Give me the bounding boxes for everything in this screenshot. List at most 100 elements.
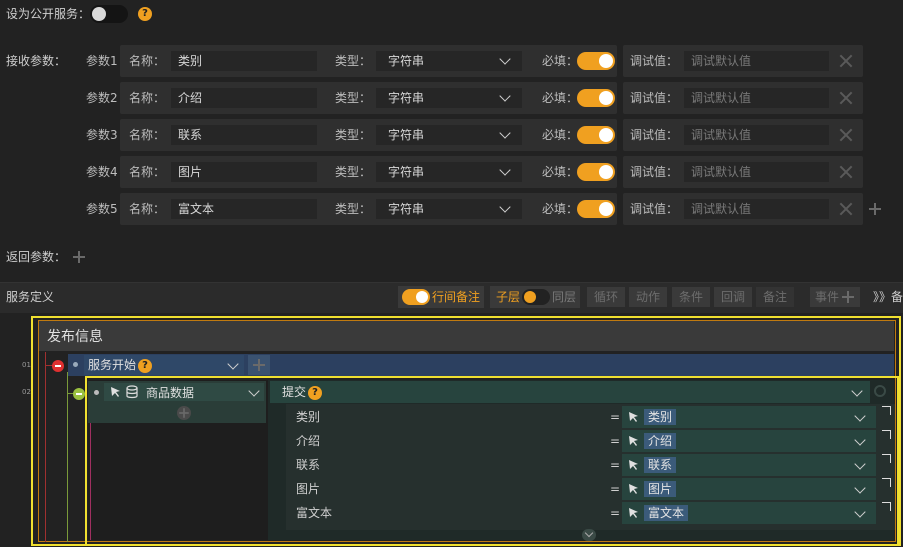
loop-button[interactable]: 循环 <box>587 287 625 307</box>
add-event-icon[interactable] <box>842 291 854 303</box>
drag-dot-icon[interactable] <box>73 362 78 367</box>
param-type-select[interactable]: 字符串 <box>376 51 522 71</box>
param-type-label: 类型： <box>335 165 372 179</box>
close-icon[interactable] <box>839 165 853 179</box>
mapping-value-select[interactable]: 联系 <box>622 454 876 476</box>
debug-value-input[interactable]: 调试默认值 <box>684 88 829 108</box>
debug-value-input[interactable]: 调试默认值 <box>684 51 829 71</box>
debug-row: 调试值： 调试默认值 <box>623 193 863 225</box>
pointer-icon <box>629 484 638 494</box>
collapse-data-icon[interactable] <box>73 388 85 400</box>
condition-button[interactable]: 条件 <box>672 287 710 307</box>
callback-button[interactable]: 回调 <box>714 287 752 307</box>
add-param-icon[interactable] <box>869 203 881 215</box>
param-type-select[interactable]: 字符串 <box>376 125 522 145</box>
param-type-select[interactable]: 字符串 <box>376 162 522 182</box>
help-icon[interactable]: ? <box>308 386 322 400</box>
close-icon[interactable] <box>839 54 853 68</box>
mapping-value-select[interactable]: 富文本 <box>622 502 876 524</box>
close-icon[interactable] <box>839 128 853 142</box>
inline-note-toggle[interactable] <box>402 289 430 305</box>
debug-value-input[interactable]: 调试默认值 <box>684 125 829 145</box>
param-label: 参数2 <box>86 91 118 105</box>
tree-line <box>45 352 46 542</box>
mapping-value-select[interactable]: 图片 <box>622 478 876 500</box>
collapse-start-icon[interactable] <box>52 360 64 372</box>
param-name-input[interactable]: 图片 <box>171 162 317 182</box>
chevron-down-icon[interactable] <box>854 458 866 470</box>
debug-label: 调试值： <box>630 91 679 105</box>
line-number: 02 <box>22 388 31 396</box>
param-required-label: 必填： <box>542 128 579 142</box>
data-node-label: 商品数据 <box>146 386 195 400</box>
tree-line <box>90 423 91 540</box>
more-label[interactable]: 》》备 <box>873 289 903 305</box>
flow-title-bar <box>39 321 894 351</box>
param-row: 名称： 类别 类型： 字符串 必填： <box>120 45 617 77</box>
public-service-toggle[interactable] <box>90 5 128 23</box>
chevron-down-icon[interactable] <box>854 434 866 446</box>
mapping-field: 富文本 <box>296 506 333 520</box>
refresh-icon[interactable] <box>874 385 886 397</box>
help-icon[interactable]: ? <box>138 359 152 373</box>
start-node-label: 服务开始 <box>88 358 137 372</box>
debug-row: 调试值： 调试默认值 <box>623 45 863 77</box>
param-required-toggle[interactable] <box>577 163 615 181</box>
param-required-toggle[interactable] <box>577 89 615 107</box>
expand-corner-icon[interactable] <box>882 478 891 487</box>
chevron-down-icon[interactable] <box>854 506 866 518</box>
param-name-input[interactable]: 联系 <box>171 125 317 145</box>
expand-corner-icon[interactable] <box>882 406 891 415</box>
drag-dot-icon[interactable] <box>94 390 99 395</box>
param-type-select[interactable]: 字符串 <box>376 88 522 108</box>
note-button[interactable]: 备注 <box>756 287 794 307</box>
mapping-value-select[interactable]: 介绍 <box>622 430 876 452</box>
mapping-value-chip: 图片 <box>644 481 677 497</box>
param-name-label: 名称： <box>129 202 166 216</box>
mapping-value-chip: 类别 <box>644 409 677 425</box>
debug-value-input[interactable]: 调试默认值 <box>684 199 829 219</box>
expand-corner-icon[interactable] <box>882 430 891 439</box>
chevron-down-icon[interactable] <box>854 410 866 422</box>
param-required-toggle[interactable] <box>577 200 615 218</box>
param-type-label: 类型： <box>335 128 372 142</box>
mapping-value-select[interactable]: 类别 <box>622 406 876 428</box>
param-name-input[interactable]: 类别 <box>171 51 317 71</box>
debug-row: 调试值： 调试默认值 <box>623 82 863 114</box>
help-icon[interactable]: ? <box>138 7 152 21</box>
tree-line <box>67 372 68 542</box>
same-layer-label[interactable]: 同层 <box>552 289 576 305</box>
param-label: 参数5 <box>86 202 118 216</box>
param-required-label: 必填： <box>542 91 579 105</box>
expand-corner-icon[interactable] <box>882 502 891 511</box>
param-type-select[interactable]: 字符串 <box>376 199 522 219</box>
param-name-input[interactable]: 介绍 <box>171 88 317 108</box>
line-number: 01 <box>22 361 31 369</box>
inline-note-label[interactable]: 行间备注 <box>432 289 480 305</box>
add-return-param-icon[interactable] <box>73 251 85 263</box>
database-icon <box>126 385 138 399</box>
mapping-equals: = <box>610 506 621 520</box>
mapping-field: 图片 <box>296 482 321 496</box>
pointer-icon <box>629 460 638 470</box>
param-required-toggle[interactable] <box>577 52 615 70</box>
param-type-value: 字符串 <box>388 128 425 142</box>
param-type-label: 类型： <box>335 91 372 105</box>
action-button[interactable]: 动作 <box>629 287 667 307</box>
layer-toggle[interactable] <box>522 289 550 305</box>
event-button-label: 事件 <box>815 290 840 304</box>
close-icon[interactable] <box>839 202 853 216</box>
chevron-down-icon[interactable] <box>854 482 866 494</box>
param-name-label: 名称： <box>129 165 166 179</box>
child-layer-label[interactable]: 子层 <box>496 289 520 305</box>
param-required-toggle[interactable] <box>577 126 615 144</box>
expand-corner-icon[interactable] <box>882 454 891 463</box>
param-row: 名称： 图片 类型： 字符串 必填： <box>120 156 617 188</box>
debug-value-input[interactable]: 调试默认值 <box>684 162 829 182</box>
mapping-row: 介绍 = 介绍 <box>286 430 895 452</box>
debug-label: 调试值： <box>630 165 679 179</box>
param-name-input[interactable]: 富文本 <box>171 199 317 219</box>
mapping-equals: = <box>610 434 621 448</box>
submit-select[interactable] <box>270 381 870 403</box>
close-icon[interactable] <box>839 91 853 105</box>
